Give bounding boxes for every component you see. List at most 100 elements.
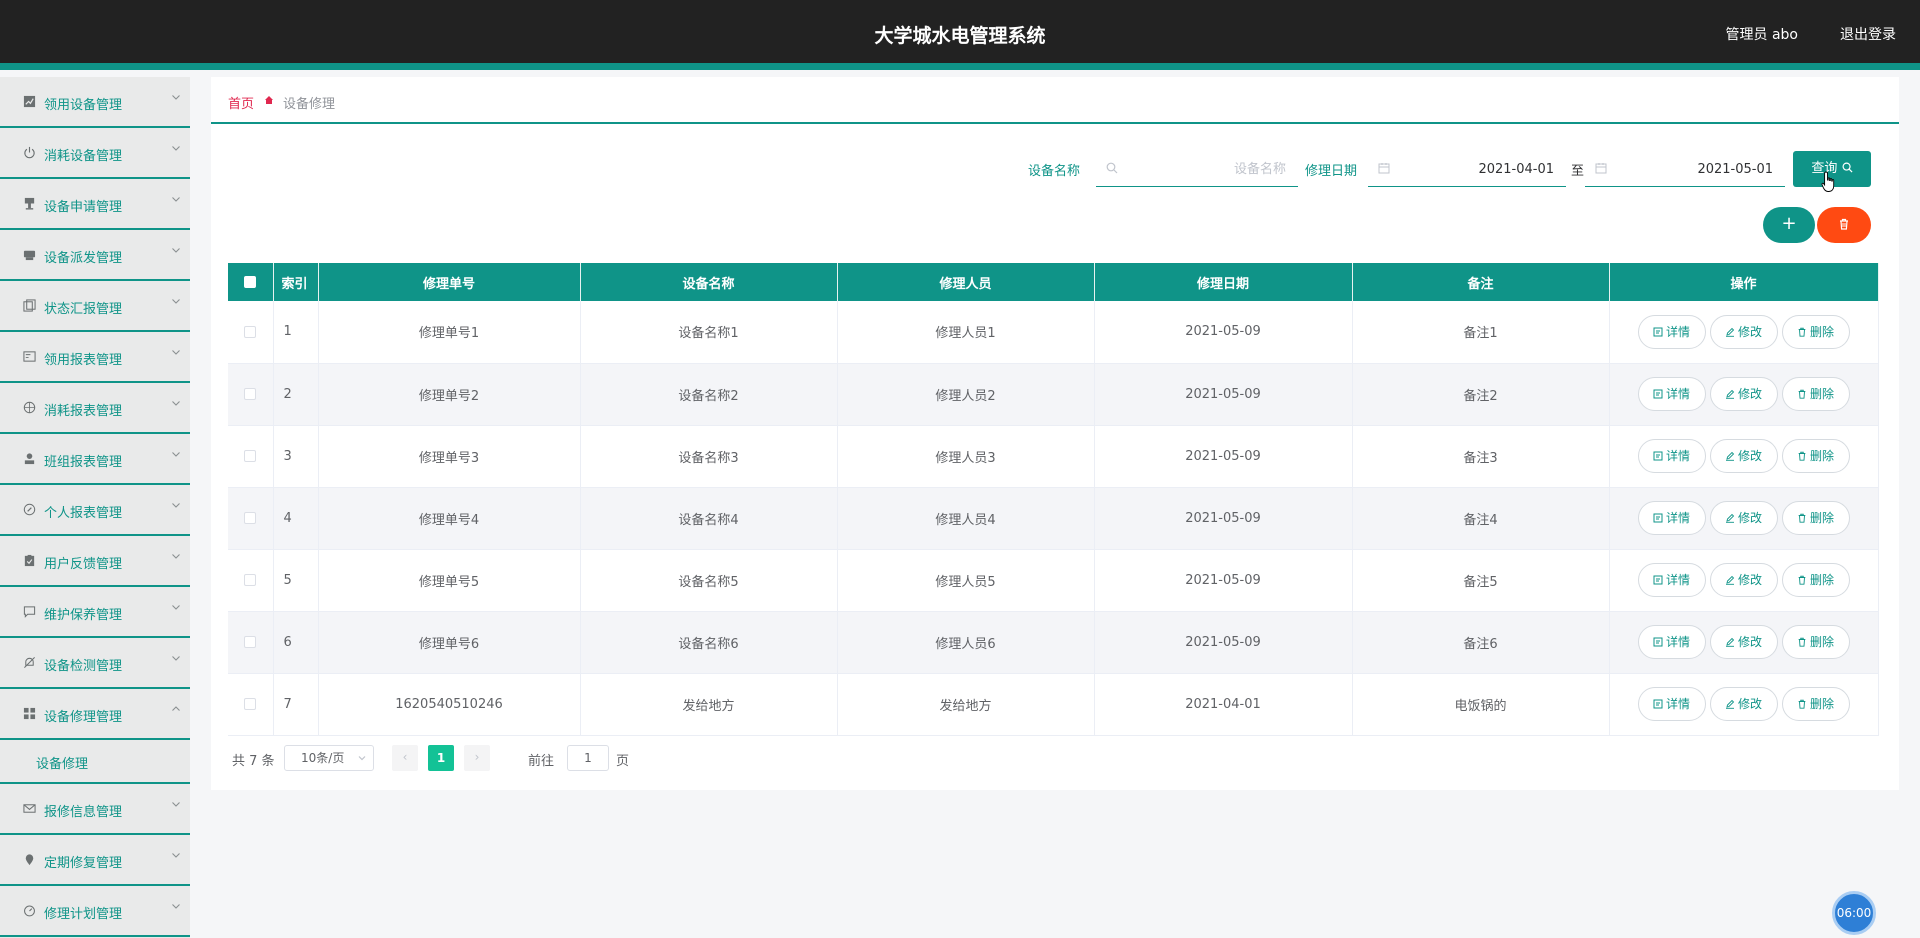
detail-button[interactable]: 详情 [1637, 625, 1706, 659]
sidebar-item-5[interactable]: 领用报表管理 [0, 332, 190, 383]
row-checkbox[interactable] [244, 325, 257, 338]
edit-button[interactable]: 修改 [1709, 687, 1778, 721]
row-select-cell[interactable] [228, 301, 274, 364]
sidebar-item-11[interactable]: 设备检测管理 [0, 638, 190, 689]
sidebar-item-label: 报修信息管理 [44, 805, 123, 820]
sidebar-item-8[interactable]: 个人报表管理 [0, 485, 190, 536]
cell-repair-person: 修理人员2 [837, 363, 1095, 426]
row-checkbox[interactable] [244, 698, 257, 710]
chevron-down-icon [170, 601, 182, 613]
delete-button[interactable]: 删除 [1781, 314, 1850, 349]
cell-device-name: 发给地方 [580, 673, 838, 736]
sidebar-item-4[interactable]: 状态汇报管理 [0, 281, 190, 332]
chevron-down-icon [170, 142, 182, 154]
row-checkbox[interactable] [244, 388, 257, 400]
delete-button[interactable]: 删除 [1781, 625, 1850, 659]
row-checkbox[interactable] [244, 636, 257, 648]
repair-date-label: 修理日期 [1305, 164, 1358, 179]
chevron-down-icon [170, 849, 182, 861]
detail-button[interactable]: 详情 [1637, 563, 1706, 597]
edit-button[interactable]: 修改 [1709, 625, 1778, 659]
edit-button-label: 修改 [1737, 387, 1762, 401]
select-all-checkbox[interactable] [244, 276, 257, 288]
delete-button[interactable]: 删除 [1781, 439, 1850, 473]
prev-page-button[interactable]: ‹ [392, 745, 418, 771]
row-checkbox[interactable] [244, 512, 257, 524]
search-icon [1106, 162, 1118, 174]
sidebar-item-label: 消耗设备管理 [44, 149, 123, 164]
row-select-cell[interactable] [228, 611, 274, 674]
row-checkbox[interactable] [244, 450, 257, 462]
row-select-cell[interactable] [228, 425, 274, 488]
sidebar-item-3[interactable]: 设备派发管理 [0, 230, 190, 281]
col-header-note: 备注 [1352, 263, 1610, 301]
breadcrumb-home[interactable]: 首页 [228, 93, 254, 112]
date-end-field[interactable] [1585, 151, 1785, 187]
date-start-field[interactable] [1368, 151, 1566, 187]
trash-icon [1797, 325, 1810, 339]
sidebar-item-label: 设备检测管理 [44, 659, 123, 674]
row-select-cell[interactable] [228, 673, 274, 736]
sidebar-item-0[interactable]: 领用设备管理 [0, 77, 190, 128]
device-name-input[interactable] [1124, 159, 1286, 179]
cell-note: 备注1 [1352, 301, 1610, 364]
chevron-up-icon [170, 703, 182, 715]
select-all-cell[interactable] [228, 263, 274, 301]
cell-actions: 详情 修改 删除 [1609, 425, 1879, 488]
detail-button[interactable]: 详情 [1637, 687, 1706, 721]
chevron-down-icon [170, 295, 182, 307]
edit-button-label: 修改 [1737, 449, 1762, 463]
sidebar-item-2[interactable]: 设备申请管理 [0, 179, 190, 230]
delete-button[interactable]: 删除 [1781, 687, 1850, 721]
sidebar-item-9[interactable]: 用户反馈管理 [0, 536, 190, 587]
delete-button[interactable]: 删除 [1781, 501, 1850, 535]
delete-button-label: 删除 [1809, 635, 1834, 649]
row-checkbox[interactable] [244, 574, 257, 586]
postcard-icon [22, 350, 36, 364]
detail-button[interactable]: 详情 [1637, 314, 1706, 349]
delete-button[interactable]: 删除 [1781, 563, 1850, 597]
document-icon [1653, 573, 1666, 587]
table-row: 7 1620540510246 发给地方 发给地方 2021-04-01 电饭锅的 详情 修改… [228, 673, 1879, 736]
logout-link[interactable]: 退出登录 [1840, 24, 1896, 44]
row-select-cell[interactable] [228, 549, 274, 612]
edit-icon [1725, 325, 1738, 339]
detail-button-label: 详情 [1665, 387, 1690, 401]
sidebar-item-1[interactable]: 消耗设备管理 [0, 128, 190, 179]
sidebar-item-6[interactable]: 消耗报表管理 [0, 383, 190, 434]
device-name-field[interactable] [1096, 151, 1298, 187]
sidebar-item-label: 状态汇报管理 [44, 302, 123, 317]
page-size-select[interactable]: 10条/页 [284, 745, 374, 771]
edit-button-label: 修改 [1737, 324, 1762, 339]
table-row: 3 修理单号3 设备名称3 修理人员3 2021-05-09 备注3 详情 修改 删除 [228, 425, 1879, 488]
delete-button-label: 删除 [1809, 511, 1834, 525]
sidebar-item-12[interactable]: 设备修理管理 [0, 689, 190, 740]
sidebar-item-7[interactable]: 班组报表管理 [0, 434, 190, 485]
batch-delete-button[interactable] [1817, 207, 1871, 243]
sidebar-subitem-0[interactable]: 设备修理 [0, 740, 190, 784]
date-start-input[interactable] [1396, 159, 1554, 179]
sidebar-item-14[interactable]: 定期修复管理 [0, 835, 190, 886]
row-select-cell[interactable] [228, 363, 274, 426]
calendar-icon [1595, 163, 1607, 174]
sidebar-item-13[interactable]: 报修信息管理 [0, 784, 190, 835]
detail-button[interactable]: 详情 [1637, 377, 1706, 411]
add-button[interactable]: + [1763, 207, 1815, 243]
goto-page-input[interactable] [567, 745, 609, 771]
detail-button[interactable]: 详情 [1637, 439, 1706, 473]
app-title: 大学城水电管理系统 [874, 25, 1046, 47]
page-number-button[interactable]: 1 [428, 745, 454, 771]
sidebar-item-10[interactable]: 维护保养管理 [0, 587, 190, 638]
row-select-cell[interactable] [228, 487, 274, 550]
hand-cursor-icon [1821, 171, 1835, 192]
detail-button[interactable]: 详情 [1637, 501, 1706, 535]
edit-button[interactable]: 修改 [1709, 314, 1778, 349]
edit-button[interactable]: 修改 [1709, 439, 1778, 473]
sidebar-item-15[interactable]: 修理计划管理 [0, 886, 190, 937]
edit-button[interactable]: 修改 [1709, 563, 1778, 597]
next-page-button[interactable]: › [464, 745, 490, 771]
delete-button[interactable]: 删除 [1781, 377, 1850, 411]
edit-button[interactable]: 修改 [1709, 501, 1778, 535]
date-end-input[interactable] [1613, 159, 1773, 179]
edit-button[interactable]: 修改 [1709, 377, 1778, 411]
